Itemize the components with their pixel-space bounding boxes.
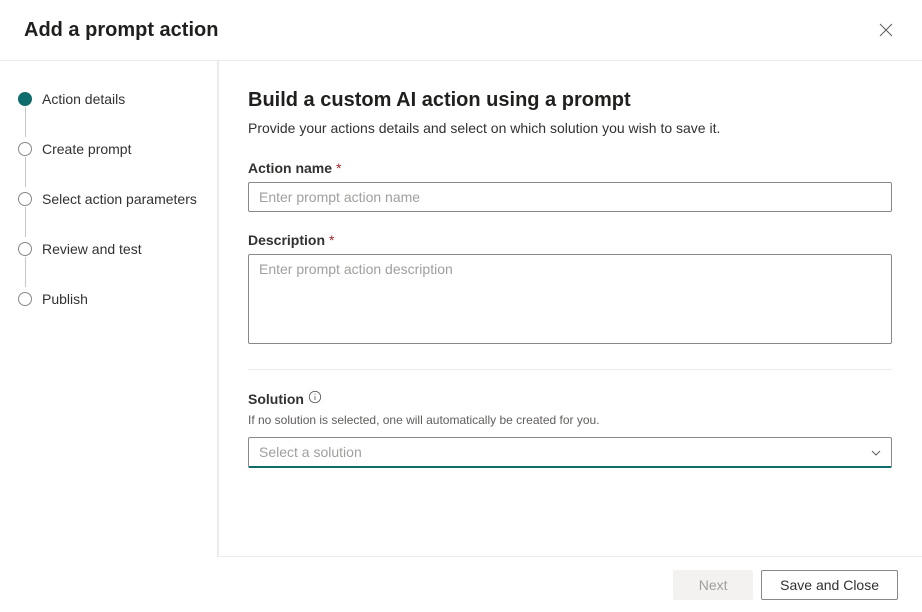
description-input[interactable]: [248, 254, 892, 344]
close-icon: [878, 26, 894, 41]
required-marker: *: [336, 160, 341, 176]
step-label: Publish: [42, 291, 88, 307]
step-connector: [25, 107, 26, 137]
close-button[interactable]: [874, 18, 898, 42]
solution-select-wrapper: Select a solution: [248, 437, 892, 468]
step-connector: [25, 157, 26, 187]
main-panel: Build a custom AI action using a prompt …: [218, 61, 922, 557]
step-label: Action details: [42, 91, 125, 107]
step-select-action-parameters[interactable]: Select action parameters: [18, 189, 201, 209]
info-icon[interactable]: [308, 390, 322, 407]
sidebar-border-line: [218, 60, 219, 612]
required-marker: *: [329, 232, 334, 248]
section-divider: [248, 369, 892, 370]
description-label: Description *: [248, 232, 892, 248]
section-subtitle: Provide your actions details and select …: [248, 120, 892, 136]
dialog-body: Action details Create prompt Select acti…: [0, 61, 922, 557]
step-circle-icon: [18, 92, 32, 106]
action-name-label: Action name *: [248, 160, 892, 176]
solution-label: Solution: [248, 390, 892, 407]
step-review-and-test[interactable]: Review and test: [18, 239, 201, 259]
save-and-close-button[interactable]: Save and Close: [761, 570, 898, 600]
step-connector: [25, 207, 26, 237]
next-button: Next: [673, 570, 753, 600]
field-action-name: Action name *: [248, 160, 892, 212]
field-solution: Solution If no solution is selected, one…: [248, 390, 892, 468]
step-circle-icon: [18, 142, 32, 156]
label-text: Action name: [248, 160, 332, 176]
field-description: Description *: [248, 232, 892, 349]
step-label: Select action parameters: [42, 191, 197, 207]
step-connector: [25, 257, 26, 287]
step-label: Review and test: [42, 241, 142, 257]
step-publish[interactable]: Publish: [18, 289, 201, 309]
solution-helper-text: If no solution is selected, one will aut…: [248, 413, 892, 427]
step-action-details[interactable]: Action details: [18, 89, 201, 109]
label-text: Solution: [248, 391, 304, 407]
stepper-nav: Action details Create prompt Select acti…: [0, 61, 218, 557]
section-title: Build a custom AI action using a prompt: [248, 89, 892, 112]
step-circle-icon: [18, 192, 32, 206]
dialog-title: Add a prompt action: [24, 19, 218, 42]
step-create-prompt[interactable]: Create prompt: [18, 139, 201, 159]
step-label: Create prompt: [42, 141, 131, 157]
action-name-input[interactable]: [248, 182, 892, 212]
label-text: Description: [248, 232, 325, 248]
dialog-footer: Next Save and Close: [218, 556, 922, 612]
dialog-header: Add a prompt action: [0, 0, 922, 61]
solution-select[interactable]: Select a solution: [248, 437, 892, 468]
step-circle-icon: [18, 292, 32, 306]
step-circle-icon: [18, 242, 32, 256]
